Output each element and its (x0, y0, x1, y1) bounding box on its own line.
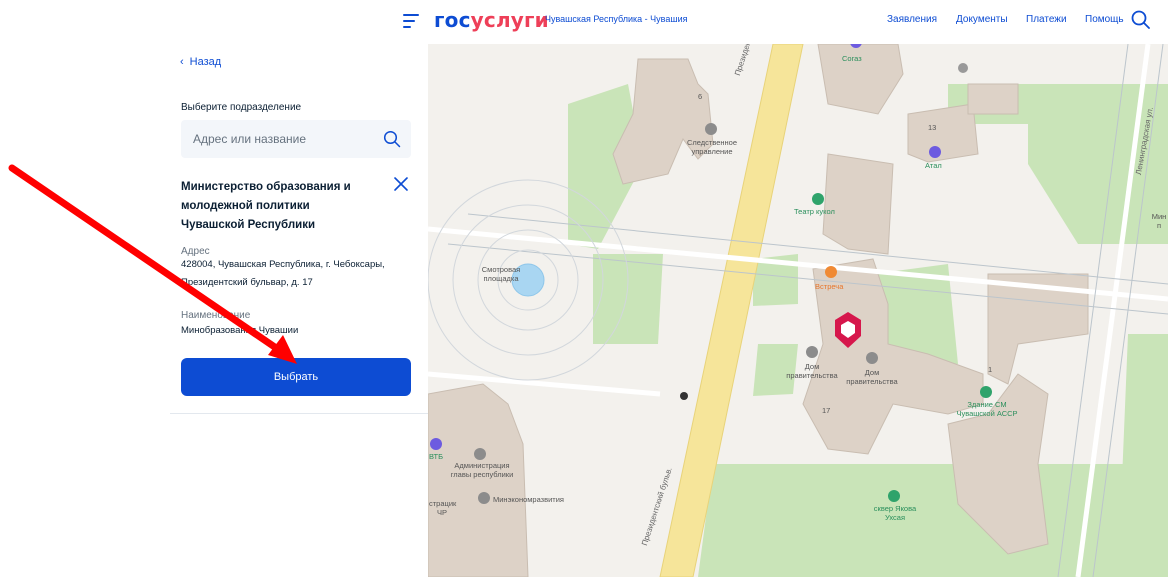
map-label-building-cm: Здание СМ Чувашской АССР (956, 400, 1018, 418)
logo-part-gos: гос (434, 8, 471, 32)
search-icon[interactable] (1130, 9, 1152, 31)
poi-icon (958, 63, 968, 73)
theater-icon (812, 193, 824, 205)
region-selector[interactable]: Чувашская Республика - Чувашия (545, 14, 687, 24)
traffic-light-icon (680, 392, 688, 400)
short-name-label: Наименование (181, 310, 251, 321)
map-label-puppet-theater: Театр кукол (794, 207, 835, 216)
map-label-house-6: 6 (698, 92, 703, 101)
nav-applications[interactable]: Заявления (887, 14, 937, 25)
app-root: госуслуги Чувашская Республика - Чувашия… (0, 0, 1168, 577)
map-label-gov-house-1: Дом правительства (786, 362, 838, 380)
park-area (1118, 334, 1168, 577)
map-label-house-17: 17 (822, 406, 831, 415)
chevron-left-icon: ‹ (180, 56, 184, 68)
atal-icon (929, 146, 941, 158)
map-label-gov-house-2: Дом правительства (846, 368, 898, 386)
logo-part-uslugi: услуги (470, 8, 549, 32)
division-search (181, 120, 411, 158)
building-theater (822, 153, 894, 255)
nav-help[interactable]: Помощь (1085, 14, 1124, 25)
map-label-house-1: 1 (988, 365, 993, 374)
map-label-atal: Атал (925, 161, 942, 170)
map-label-square: сквер Якова Ухсая (873, 504, 917, 522)
park-area (593, 254, 663, 344)
gov-icon-1 (806, 346, 818, 358)
nav-documents[interactable]: Документы (956, 14, 1008, 25)
cm-icon (980, 386, 992, 398)
map-label-sogaz: Согаз (842, 54, 862, 63)
park-area (698, 464, 1168, 577)
map-label-min-cut: Мин п (1151, 212, 1167, 230)
map-label-house-13: 13 (928, 123, 937, 132)
admin-icon (474, 448, 486, 460)
search-icon[interactable] (383, 130, 401, 148)
vstrecha-icon (825, 266, 837, 278)
division-panel: ‹ Назад Выберите подразделение Министерст… (170, 44, 428, 414)
map-label-mineconom: Минэкономразвития (493, 495, 564, 504)
address-value: 428004, Чувашская Республика, г. Чебокса… (181, 259, 385, 288)
square-icon (888, 490, 900, 502)
map-label-administration-cut: страцик ЧР (429, 499, 457, 517)
top-header: госуслуги Чувашская Республика - Чувашия… (0, 0, 1168, 44)
map-label-administration: Администрация главы республики (450, 461, 514, 479)
gov-icon-2 (866, 352, 878, 364)
map-view[interactable]: Согаз 6 Следственное управление 13 Атал … (428, 44, 1168, 577)
short-name-value: Минобразования Чувашии (181, 325, 299, 336)
select-button[interactable]: Выбрать (181, 358, 411, 396)
nav-payments[interactable]: Платежи (1026, 14, 1067, 25)
organization-name: Министерство образования и молодежной по… (181, 181, 351, 231)
building-administration (428, 383, 529, 577)
menu-icon[interactable] (403, 14, 419, 28)
gosuslugi-logo[interactable]: госуслуги (434, 8, 549, 32)
vtb-icon (430, 438, 442, 450)
back-link[interactable]: ‹ Назад (180, 56, 221, 68)
back-label: Назад (189, 56, 222, 68)
division-search-input[interactable] (181, 120, 381, 158)
map-label-observation: Смотровая площадка (481, 265, 521, 283)
select-division-label: Выберите подразделение (181, 102, 302, 113)
investigative-icon (705, 123, 717, 135)
building-small (967, 83, 1019, 115)
mineconom-icon (478, 492, 490, 504)
map-label-vtb: ВТБ (429, 452, 444, 461)
close-icon[interactable] (393, 176, 409, 192)
map-label-investigative: Следственное управление (686, 138, 738, 156)
map-label-vstrecha: Встреча (815, 282, 844, 291)
